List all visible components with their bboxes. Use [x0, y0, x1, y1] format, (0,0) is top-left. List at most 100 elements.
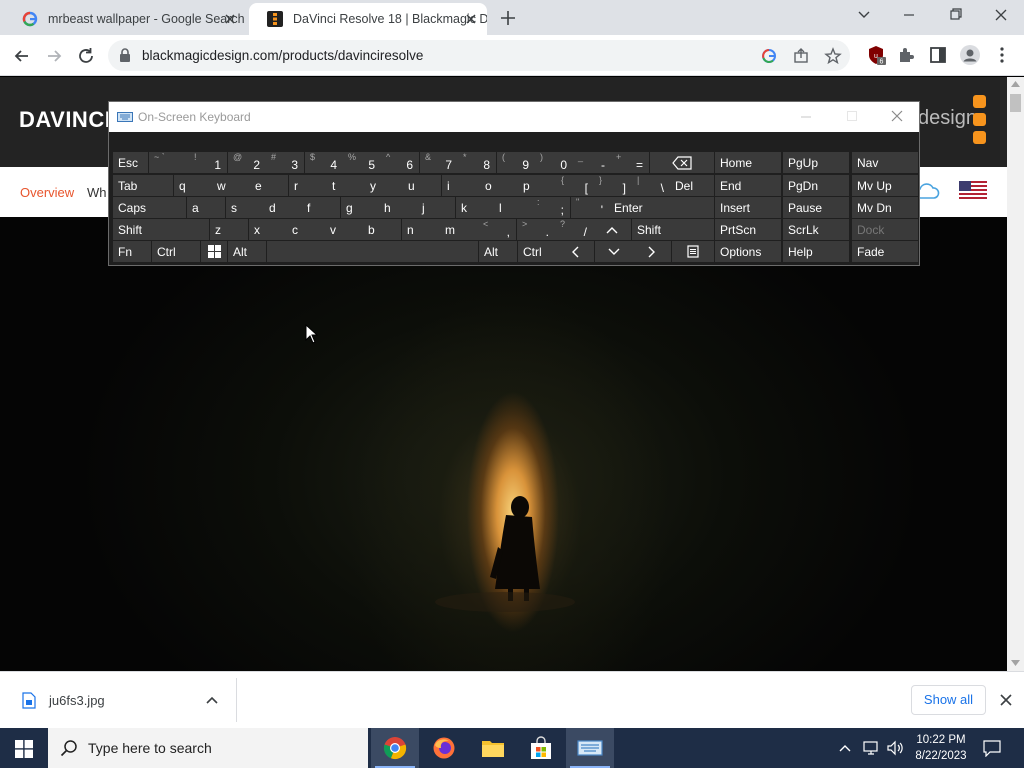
osk-nav-key[interactable]: Pause: [783, 197, 849, 218]
download-filename[interactable]: ju6fs3.jpg: [49, 693, 105, 708]
osk-key[interactable]: (9: [497, 152, 535, 173]
url-text[interactable]: blackmagicdesign.com/products/davincires…: [142, 48, 423, 63]
osk-key[interactable]: [556, 241, 594, 262]
osk-key[interactable]: }]: [594, 175, 632, 196]
scroll-up-arrow-icon[interactable]: [1011, 81, 1020, 87]
osk-key[interactable]: $4: [305, 152, 343, 173]
osk-key[interactable]: l: [494, 197, 532, 218]
profile-avatar-icon[interactable]: [959, 44, 981, 66]
osk-key[interactable]: Shift: [113, 219, 209, 240]
osk-key[interactable]: @2: [228, 152, 266, 173]
osk-key[interactable]: [633, 241, 671, 262]
taskbar-file-explorer[interactable]: [469, 728, 517, 768]
osk-key[interactable]: [672, 241, 714, 262]
lock-icon[interactable]: [118, 47, 132, 63]
tab-google-search[interactable]: mrbeast wallpaper - Google Search: [4, 3, 246, 35]
scrollbar-thumb[interactable]: [1010, 94, 1021, 112]
osk-key[interactable]: " ': [571, 197, 609, 218]
osk-key[interactable]: d: [264, 197, 302, 218]
osk-key[interactable]: o: [480, 175, 518, 196]
us-flag-icon[interactable]: [959, 181, 987, 201]
ublock-extension-icon[interactable]: u6: [866, 45, 886, 65]
back-icon[interactable]: [11, 45, 33, 67]
osk-nav-key[interactable]: Mv Up: [852, 175, 918, 196]
taskbar-clock[interactable]: 10:22 PM 8/22/2023: [906, 732, 976, 764]
extensions-puzzle-icon[interactable]: [896, 45, 916, 65]
osk-key[interactable]: m: [440, 219, 478, 240]
osk-key[interactable]: >.: [517, 219, 555, 240]
osk-key[interactable]: r: [289, 175, 327, 196]
tab-search-chevron-icon[interactable]: [852, 4, 876, 26]
osk-key[interactable]: {[: [556, 175, 594, 196]
osk-key[interactable]: Caps: [113, 197, 186, 218]
osk-key[interactable]: n: [402, 219, 440, 240]
taskbar-search-box[interactable]: Type here to search: [48, 728, 368, 768]
osk-key[interactable]: Ctrl: [518, 241, 556, 262]
osk-nav-key[interactable]: End: [715, 175, 781, 196]
osk-key[interactable]: Shift: [632, 219, 714, 240]
osk-nav-key[interactable]: PgUp: [783, 152, 849, 173]
close-tab-icon[interactable]: [222, 11, 238, 27]
osk-key[interactable]: _ -: [573, 152, 611, 173]
osk-key[interactable]: w: [212, 175, 250, 196]
osk-key[interactable]: b: [363, 219, 401, 240]
bookmark-star-icon[interactable]: [824, 47, 842, 65]
nav-whats-new[interactable]: Wh: [87, 185, 107, 200]
chevron-up-icon[interactable]: [206, 696, 218, 704]
osk-key[interactable]: <,: [478, 219, 516, 240]
show-all-downloads-button[interactable]: Show all: [911, 685, 986, 715]
osk-key[interactable]: ^ 6: [381, 152, 419, 173]
osk-nav-key[interactable]: ScrLk: [783, 219, 849, 240]
davinci-logo[interactable]: DAVINCI: [19, 107, 111, 133]
osk-key[interactable]: Ctrl: [152, 241, 200, 262]
google-lens-icon[interactable]: [760, 47, 778, 65]
minimize-icon[interactable]: [897, 4, 921, 26]
close-download-bar-icon[interactable]: [1000, 694, 1012, 706]
menu-kebab-icon[interactable]: [993, 45, 1011, 65]
osk-key[interactable]: s: [226, 197, 264, 218]
osk-nav-key[interactable]: Options: [715, 241, 781, 262]
osk-key[interactable]: [650, 152, 714, 173]
osk-key[interactable]: :;: [532, 197, 570, 218]
osk-key[interactable]: Tab: [113, 175, 173, 196]
osk-key[interactable]: [267, 241, 478, 262]
osk-key[interactable]: #3: [266, 152, 304, 173]
close-window-icon[interactable]: [989, 4, 1013, 26]
osk-key[interactable]: & 7: [420, 152, 458, 173]
osk-key[interactable]: Alt: [228, 241, 266, 262]
osk-minimize-icon[interactable]: [799, 111, 813, 123]
blackmagic-design-logo-text[interactable]: design: [918, 107, 977, 130]
osk-key[interactable]: ) 0: [535, 152, 573, 173]
osk-key[interactable]: u: [403, 175, 441, 196]
scroll-down-arrow-icon[interactable]: [1011, 660, 1020, 666]
osk-key[interactable]: p: [518, 175, 556, 196]
taskbar-chrome[interactable]: [371, 728, 419, 768]
osk-key[interactable]: Enter: [609, 197, 714, 218]
close-tab-icon[interactable]: [463, 11, 479, 27]
reload-icon[interactable]: [75, 45, 97, 67]
osk-key[interactable]: Esc: [113, 152, 148, 173]
osk-key[interactable]: j: [417, 197, 455, 218]
osk-nav-key[interactable]: Home: [715, 152, 781, 173]
osk-title-bar[interactable]: On-Screen Keyboard: [109, 102, 919, 132]
osk-key[interactable]: ~ `: [149, 152, 189, 173]
osk-key[interactable]: g: [341, 197, 379, 218]
osk-close-icon[interactable]: [890, 109, 904, 123]
osk-nav-key[interactable]: PgDn: [783, 175, 849, 196]
osk-key[interactable]: Alt: [479, 241, 517, 262]
page-scrollbar[interactable]: [1007, 77, 1024, 671]
osk-key[interactable]: Del: [670, 175, 714, 196]
new-tab-icon[interactable]: [498, 8, 518, 28]
osk-key[interactable]: Fn: [113, 241, 151, 262]
forward-icon[interactable]: [43, 45, 65, 67]
osk-key[interactable]: | \: [632, 175, 670, 196]
show-hidden-icons-chevron-icon[interactable]: [838, 743, 852, 753]
osk-nav-key[interactable]: Dock: [852, 219, 918, 240]
restore-icon[interactable]: [943, 4, 967, 26]
osk-key[interactable]: [593, 219, 631, 240]
address-bar[interactable]: blackmagicdesign.com/products/davincires…: [108, 40, 850, 71]
osk-key[interactable]: * 8: [458, 152, 496, 173]
windows-start-icon[interactable]: [15, 740, 33, 758]
osk-key[interactable]: t: [327, 175, 365, 196]
side-panel-icon[interactable]: [928, 45, 948, 65]
